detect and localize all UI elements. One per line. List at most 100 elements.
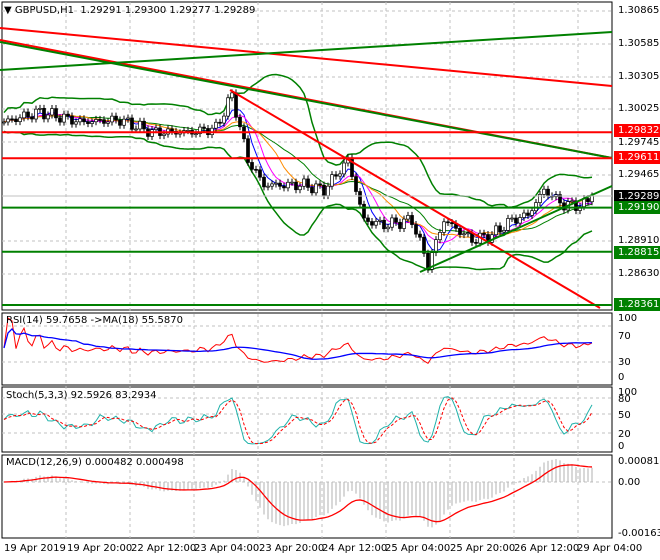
- level-label-resistance-2: 1.29611: [614, 151, 660, 164]
- candle-body: [46, 114, 50, 120]
- candle-body: [58, 117, 62, 123]
- price-tick: 1.30025: [618, 103, 660, 114]
- candle-body: [466, 232, 470, 235]
- bollinger-lower-band: [3, 130, 593, 271]
- candle-body: [34, 108, 38, 120]
- candle-body: [510, 217, 514, 220]
- candle-body: [462, 233, 466, 236]
- candle-body: [526, 212, 530, 216]
- candle-body: [438, 231, 442, 241]
- candle-body: [542, 188, 546, 195]
- stoch-tick: 0: [618, 441, 625, 452]
- time-tick: 25 Apr 04:00: [385, 543, 451, 554]
- candle-body: [258, 169, 262, 178]
- candle-body: [254, 168, 258, 171]
- candle-body: [122, 118, 126, 126]
- candle-body: [270, 183, 274, 187]
- candle-body: [90, 121, 94, 124]
- candle-body: [474, 242, 478, 244]
- candle-body: [374, 221, 378, 226]
- candle-body: [18, 117, 22, 123]
- candle-body: [86, 121, 90, 124]
- time-tick: 19 Apr 2019: [4, 543, 66, 554]
- candle-body: [238, 116, 242, 128]
- candle-body: [98, 119, 102, 121]
- candle-body: [78, 118, 82, 123]
- candle-body: [194, 133, 198, 135]
- candle-body: [442, 221, 446, 233]
- rsi-tick: 70: [618, 331, 631, 342]
- candle-body: [322, 184, 326, 196]
- price-tick: 1.29745: [618, 137, 660, 148]
- open-value: 1.29291: [80, 5, 122, 16]
- candle-body: [202, 126, 206, 129]
- symbol-label: GBPUSD,H1: [14, 5, 74, 16]
- time-tick: 22 Apr 12:00: [131, 543, 197, 554]
- candle-body: [310, 187, 314, 194]
- candle-body: [62, 113, 66, 123]
- chart-canvas[interactable]: [0, 0, 660, 560]
- price-tick: 1.30585: [618, 38, 660, 49]
- candle-body: [274, 182, 278, 185]
- candle-body: [82, 118, 86, 123]
- candle-body: [50, 108, 54, 116]
- time-tick: 26 Apr 12:00: [514, 543, 580, 554]
- time-tick: 29 Apr 04:00: [577, 543, 643, 554]
- candle-body: [278, 182, 282, 187]
- time-tick: 23 Apr 20:00: [259, 543, 325, 554]
- candle-body: [378, 219, 382, 222]
- candle-body: [506, 218, 510, 231]
- candle-body: [14, 118, 18, 123]
- candle-body: [286, 181, 290, 189]
- candle-body: [102, 119, 106, 124]
- candle-body: [334, 174, 338, 177]
- candle-body: [570, 200, 574, 203]
- candle-body: [522, 212, 526, 218]
- candle-body: [366, 217, 370, 222]
- candle-body: [338, 173, 342, 177]
- candle-body: [446, 221, 450, 224]
- time-tick: 23 Apr 04:00: [194, 543, 260, 554]
- candle-body: [354, 176, 358, 192]
- time-tick: 25 Apr 20:00: [450, 543, 516, 554]
- candle-body: [226, 97, 230, 117]
- candle-body: [402, 218, 406, 229]
- candle-body: [290, 181, 294, 184]
- macd-label: MACD(12,26,9) 0.000482 0.000498: [6, 457, 184, 468]
- candle-body: [590, 195, 594, 203]
- candle-body: [118, 119, 122, 126]
- candle-body: [138, 120, 142, 130]
- candle-body: [450, 222, 454, 225]
- candle-body: [298, 185, 302, 191]
- candle-body: [74, 121, 78, 125]
- stoch-tick: 80: [618, 394, 631, 405]
- candle-body: [42, 108, 46, 120]
- candle-body: [170, 128, 174, 132]
- candle-body: [410, 215, 414, 225]
- candle-body: [362, 203, 366, 219]
- rsi-tick: 0: [618, 372, 625, 383]
- candle-body: [418, 233, 422, 238]
- rsi-ma-line: [3, 327, 593, 360]
- candle-body: [54, 108, 58, 119]
- candle-body: [398, 221, 402, 229]
- candle-body: [134, 128, 138, 131]
- level-label-support-1: 1.29190: [614, 201, 660, 214]
- trend-line: [0, 41, 613, 159]
- candle-body: [406, 215, 410, 220]
- chart-header: ▼ GBPUSD,H1 1.29291 1.29300 1.29277 1.29…: [4, 5, 255, 17]
- candle-body: [66, 113, 70, 117]
- level-label-support-3: 1.28361: [614, 298, 660, 311]
- candle-body: [394, 217, 398, 223]
- candle-body: [70, 115, 74, 125]
- candle-body: [126, 117, 130, 120]
- candle-body: [262, 176, 266, 188]
- candle-body: [546, 188, 550, 197]
- candle-body: [518, 217, 522, 224]
- stoch-signal-line: [3, 397, 593, 445]
- candle-body: [494, 225, 498, 236]
- candle-body: [218, 121, 222, 124]
- panel-frame: [1, 1, 613, 311]
- dropdown-triangle-icon[interactable]: ▼: [4, 5, 12, 16]
- candle-body: [266, 185, 270, 188]
